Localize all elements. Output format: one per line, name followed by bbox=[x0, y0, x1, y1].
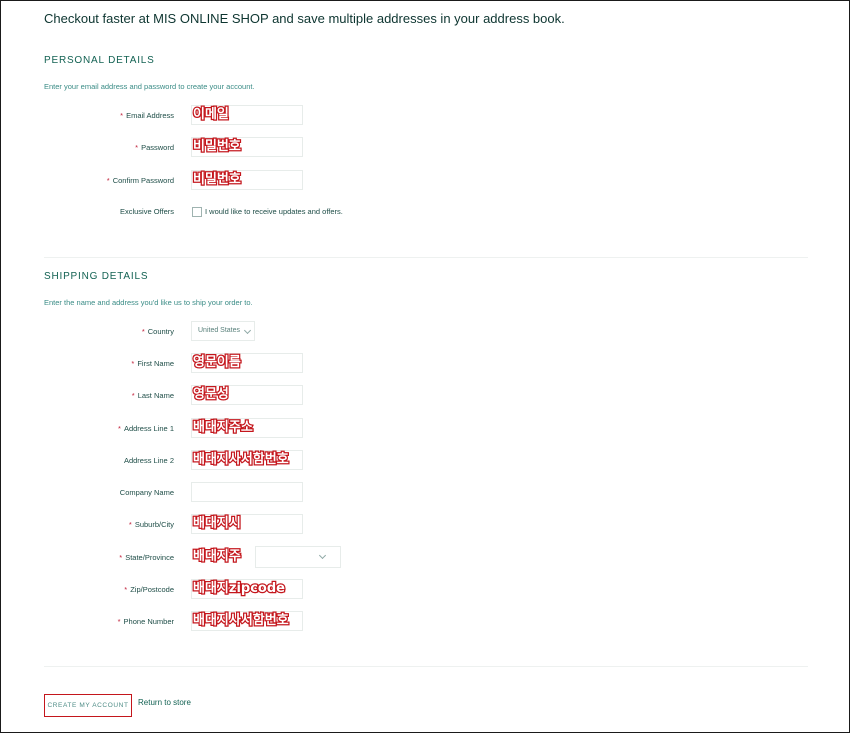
offers-checkbox[interactable] bbox=[192, 207, 202, 217]
page-frame: Checkout faster at MIS ONLINE SHOP and s… bbox=[0, 0, 850, 733]
suburb-city-value: 배대지시 bbox=[192, 515, 242, 533]
actions-divider bbox=[44, 666, 808, 667]
email-value: 이메일 bbox=[192, 106, 230, 124]
country-select[interactable]: United States bbox=[191, 321, 255, 341]
confirm-password-row: * Confirm Password 비밀번호 bbox=[1, 170, 850, 192]
country-label: * Country bbox=[141, 327, 174, 336]
state-province-value: 배대지주 bbox=[192, 548, 242, 566]
personal-details-title: PERSONAL DETAILS bbox=[44, 55, 155, 66]
first-name-value: 영문이름 bbox=[192, 354, 242, 372]
exclusive-offers-row: Exclusive Offers I would like to receive… bbox=[1, 201, 850, 223]
confirm-password-value: 비밀번호 bbox=[192, 171, 242, 189]
phone-number-value: 배대지사서함번호 bbox=[192, 612, 290, 630]
password-label: * Password bbox=[135, 143, 174, 152]
create-account-button[interactable]: CREATE MY ACCOUNT bbox=[44, 694, 132, 717]
section-divider bbox=[44, 257, 808, 258]
shipping-details-title: SHIPPING DETAILS bbox=[44, 271, 149, 282]
company-name-field[interactable] bbox=[191, 482, 303, 502]
page-headline: Checkout faster at MIS ONLINE SHOP and s… bbox=[44, 11, 565, 26]
address-line-2-value: 배대지사서함번호 bbox=[192, 451, 290, 469]
personal-details-description: Enter your email address and password to… bbox=[44, 82, 255, 91]
state-select[interactable] bbox=[255, 546, 341, 568]
first-name-label: * First Name bbox=[131, 359, 174, 368]
last-name-row: * Last Name 영문성 bbox=[1, 385, 850, 407]
address-line-2-row: Address Line 2 배대지사서함번호 bbox=[1, 450, 850, 472]
state-province-row: * State/Province 배대지주 bbox=[1, 546, 850, 569]
company-name-label: Company Name bbox=[119, 488, 174, 497]
email-row: * Email Address 이메일 bbox=[1, 105, 850, 127]
last-name-label: * Last Name bbox=[131, 391, 174, 400]
address-line-2-label: Address Line 2 bbox=[123, 456, 174, 465]
exclusive-offers-label: Exclusive Offers bbox=[119, 207, 174, 216]
last-name-value: 영문성 bbox=[192, 386, 230, 404]
country-value: United States bbox=[198, 327, 241, 334]
zip-postcode-row: * Zip/Postcode 배대지zipcode bbox=[1, 579, 850, 601]
chevron-down-icon bbox=[318, 551, 327, 560]
shipping-details-description: Enter the name and address you'd like us… bbox=[44, 298, 253, 307]
chevron-down-icon bbox=[243, 326, 252, 335]
suburb-city-label: * Suburb/City bbox=[128, 520, 174, 529]
first-name-row: * First Name 영문이름 bbox=[1, 353, 850, 375]
confirm-password-label: * Confirm Password bbox=[106, 176, 174, 185]
return-to-store-link[interactable]: Return to store bbox=[138, 698, 191, 707]
state-province-label: * State/Province bbox=[119, 553, 174, 562]
zip-postcode-label: * Zip/Postcode bbox=[124, 585, 174, 594]
offers-checkbox-label[interactable]: I would like to receive updates and offe… bbox=[205, 201, 343, 223]
email-label: * Email Address bbox=[120, 111, 174, 120]
company-name-row: Company Name bbox=[1, 482, 850, 504]
phone-number-row: * Phone Number 배대지사서함번호 bbox=[1, 611, 850, 633]
address-line-1-row: * Address Line 1 배대지주소 bbox=[1, 418, 850, 440]
address-line-1-value: 배대지주소 bbox=[192, 419, 254, 437]
suburb-city-row: * Suburb/City 배대지시 bbox=[1, 514, 850, 536]
phone-number-label: * Phone Number bbox=[117, 617, 174, 626]
address-line-1-label: * Address Line 1 bbox=[118, 424, 174, 433]
country-row: * Country United States bbox=[1, 321, 850, 343]
password-value: 비밀번호 bbox=[192, 138, 242, 156]
password-row: * Password 비밀번호 bbox=[1, 137, 850, 159]
zip-postcode-value: 배대지zipcode bbox=[192, 580, 286, 598]
